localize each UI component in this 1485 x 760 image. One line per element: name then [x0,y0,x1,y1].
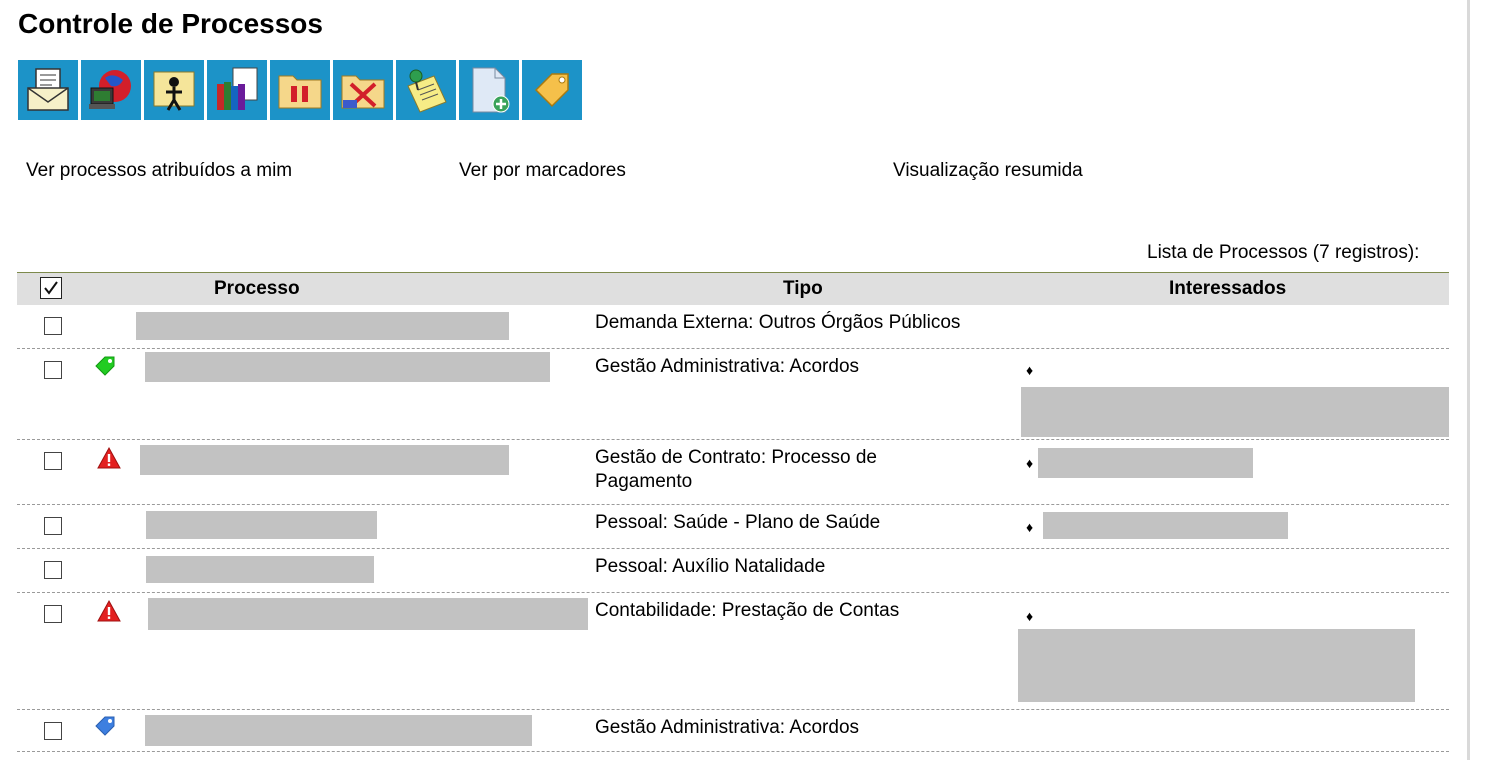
markers-button[interactable] [522,60,582,120]
process-type: Demanda Externa: Outros Órgãos Públicos [595,312,961,333]
interessado-bullet: ♦ [1026,362,1034,378]
suspend-process-button[interactable] [270,60,330,120]
process-type: Pessoal: Auxílio Natalidade [595,556,826,577]
red-warning-icon[interactable] [97,446,121,470]
red-warning-icon[interactable] [97,599,121,623]
redacted-process-number[interactable] [145,715,532,746]
toolbar [18,60,582,120]
row-checkbox[interactable] [44,361,62,379]
redacted-process-number[interactable] [136,312,509,340]
process-type: Contabilidade: Prestação de Contas [595,600,900,621]
page-right-border [1467,0,1470,760]
table-caption: Lista de Processos (7 registros): [1147,242,1420,263]
tag-icon [534,73,569,108]
conclude-process-button[interactable] [333,60,393,120]
new-process-button[interactable] [459,60,519,120]
column-header-tipo[interactable]: Tipo [783,278,823,300]
table-row: Gestão de Contrato: Processo de Pagament… [17,440,1449,505]
view-assigned-link[interactable]: Ver processos atribuídos a mim [26,160,292,182]
redacted-interessado [1021,387,1449,437]
view-markers-link[interactable]: Ver por marcadores [459,160,626,182]
select-all-checkbox[interactable] [40,277,62,299]
summary-view-link[interactable]: Visualização resumida [893,160,1083,182]
redacted-process-number[interactable] [146,511,377,539]
assign-process-button[interactable] [144,60,204,120]
pause-folder-icon [278,75,322,109]
table-row: Contabilidade: Prestação de Contas ♦ [17,593,1449,710]
table-row: Demanda Externa: Outros Órgãos Públicos [17,305,1449,349]
redacted-process-number[interactable] [140,445,509,475]
person-folder-icon [153,71,195,111]
process-type: Pessoal: Saúde - Plano de Saúde [595,512,881,533]
redacted-interessado [1038,448,1253,478]
interessado-bullet: ♦ [1026,455,1034,471]
send-process-button[interactable] [18,60,78,120]
row-checkbox[interactable] [44,605,62,623]
redacted-interessado [1043,512,1288,539]
interessado-bullet: ♦ [1026,519,1034,535]
table-row: Gestão Administrativa: Acordos ♦ [17,349,1449,440]
pinned-note-icon [407,69,447,113]
interessado-bullet: ♦ [1026,608,1034,624]
redacted-interessado [1018,629,1415,702]
green-tag-icon[interactable] [94,354,118,378]
column-header-interessados: Interessados [1169,278,1287,299]
row-checkbox[interactable] [44,561,62,579]
redacted-process-number[interactable] [146,556,374,583]
table-row: Pessoal: Saúde - Plano de Saúde ♦ [17,505,1449,549]
row-checkbox[interactable] [44,452,62,470]
process-table: Processo Tipo Interessados Demanda Exter… [17,272,1449,752]
redacted-process-number[interactable] [148,598,588,630]
table-header: Processo Tipo Interessados [17,272,1449,305]
books-document-icon [217,67,258,110]
redacted-process-number[interactable] [145,352,550,382]
bulk-documents-button[interactable] [207,60,267,120]
process-type: Gestão de Contrato: Processo de Pagament… [595,447,877,492]
row-checkbox[interactable] [44,517,62,535]
process-type: Gestão Administrativa: Acordos [595,717,860,738]
computer-globe-icon [89,70,131,109]
new-document-icon [472,67,510,113]
check-icon [44,281,58,295]
send-email-button[interactable] [81,60,141,120]
annotation-button[interactable] [396,60,456,120]
process-type: Gestão Administrativa: Acordos [595,356,860,377]
row-checkbox[interactable] [44,722,62,740]
row-checkbox[interactable] [44,317,62,335]
page-title: Controle de Processos [18,8,323,39]
column-header-processo[interactable]: Processo [214,278,300,300]
table-row: Gestão Administrativa: Acordos [17,710,1449,752]
cancel-folder-icon [341,75,385,109]
blue-tag-icon[interactable] [94,714,118,738]
envelope-document-icon [27,68,69,111]
table-row: Pessoal: Auxílio Natalidade [17,549,1449,593]
